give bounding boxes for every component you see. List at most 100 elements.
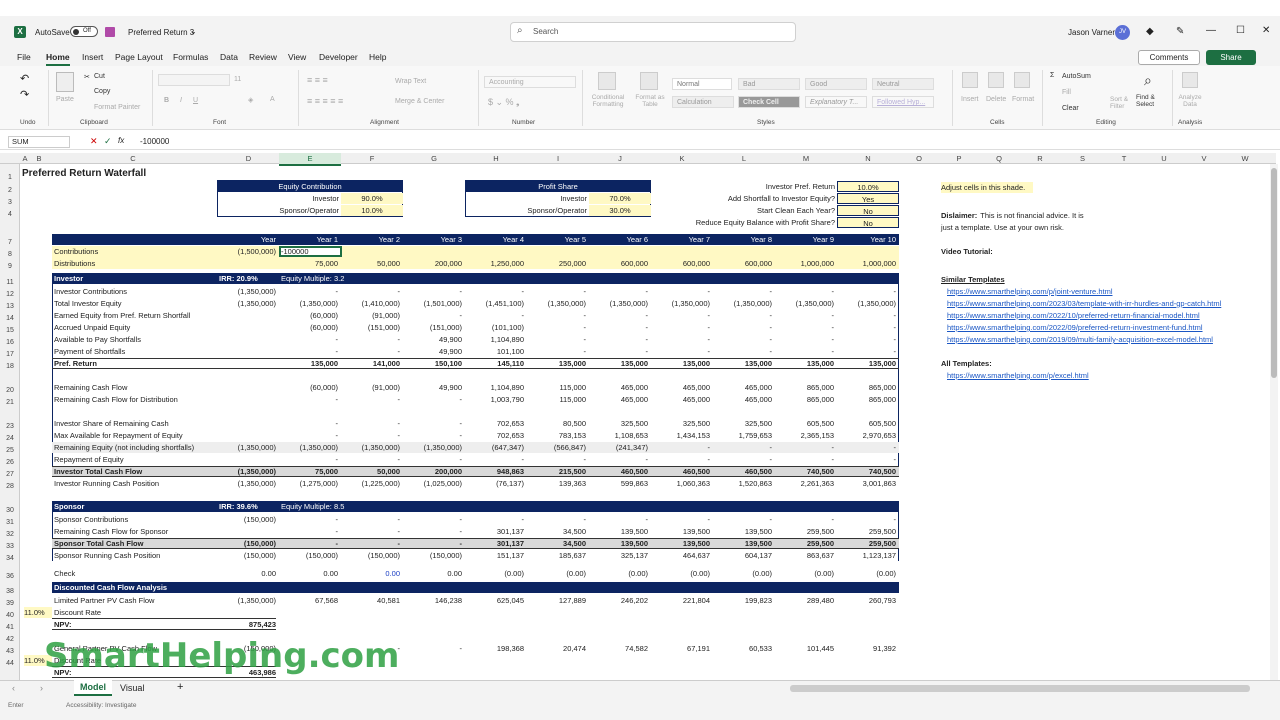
column-header-m[interactable]: M [775, 153, 837, 164]
investor-cell[interactable]: 865,000 [837, 394, 896, 405]
distribution-cell[interactable]: 600,000 [713, 258, 772, 269]
sponsor-cell[interactable]: (0.00) [837, 568, 896, 579]
font-name-select[interactable] [158, 74, 230, 86]
investor-cell[interactable]: 1,003,790 [465, 394, 524, 405]
contribution-cell[interactable] [527, 246, 586, 257]
investor-cell[interactable]: - [465, 454, 525, 465]
input-value[interactable]: Yes [837, 193, 899, 204]
sponsor-cell[interactable]: - [341, 514, 401, 525]
distribution-cell[interactable]: 1,000,000 [837, 258, 896, 269]
investor-cell[interactable]: 2,261,363 [775, 478, 834, 489]
investor-cell[interactable]: 465,000 [713, 382, 772, 393]
investor-cell[interactable]: (647,347) [465, 442, 524, 453]
sponsor-cell[interactable]: - [527, 514, 587, 525]
sponsor-cell[interactable]: 185,637 [527, 550, 586, 561]
investor-cell[interactable]: 150,100 [403, 358, 462, 369]
cut-icon[interactable]: ✂ [84, 73, 90, 81]
column-header-b[interactable]: B [30, 153, 48, 164]
avatar[interactable]: JV [1115, 25, 1130, 40]
investor-cell[interactable]: - [527, 454, 587, 465]
delete-cells-button[interactable]: Delete [986, 96, 1006, 103]
investor-cell[interactable]: - [775, 454, 835, 465]
sponsor-cell[interactable]: (150,000) [403, 550, 462, 561]
investor-cell[interactable]: 865,000 [837, 382, 896, 393]
investor-cell[interactable]: - [279, 346, 339, 357]
menu-insert[interactable]: Insert [82, 52, 103, 62]
lp-pv-cell[interactable]: 199,823 [713, 595, 772, 606]
sponsor-cell[interactable]: - [279, 514, 339, 525]
tab-visual[interactable]: Visual [120, 683, 144, 693]
investor-cell[interactable]: 460,500 [651, 466, 710, 477]
investor-cell[interactable]: (1,350,000) [589, 298, 648, 309]
investor-cell[interactable]: - [341, 334, 401, 345]
column-header-p[interactable]: P [939, 153, 979, 164]
investor-cell[interactable]: 465,000 [589, 394, 648, 405]
investor-cell[interactable]: (1,501,000) [403, 298, 462, 309]
investor-cell[interactable]: (1,350,000) [279, 442, 338, 453]
row-header-34[interactable]: 34 [0, 555, 20, 562]
style-good[interactable]: Good [805, 78, 867, 90]
investor-cell[interactable]: 865,000 [775, 394, 834, 405]
row-header-2[interactable]: 2 [0, 187, 20, 194]
investor-cell[interactable]: (1,451,100) [465, 298, 524, 309]
investor-cell[interactable]: - [279, 334, 339, 345]
comments-button[interactable]: Comments [1138, 50, 1200, 65]
investor-cell[interactable]: - [403, 310, 463, 321]
template-link[interactable]: https://www.smarthelping.com/2022/09/pre… [947, 322, 1267, 333]
investor-cell[interactable]: - [589, 310, 649, 321]
investor-cell[interactable]: - [589, 346, 649, 357]
investor-cell[interactable]: - [527, 322, 587, 333]
scrollbar-thumb[interactable] [1271, 168, 1277, 378]
investor-cell[interactable]: 50,000 [341, 466, 400, 477]
investor-cell[interactable]: 702,653 [465, 418, 524, 429]
lp-pv-cell[interactable]: 146,238 [403, 595, 462, 606]
distribution-cell[interactable]: 1,000,000 [775, 258, 834, 269]
investor-cell[interactable]: (1,350,000) [218, 286, 276, 297]
sponsor-cell[interactable]: (150,000) [341, 550, 400, 561]
row-header-36[interactable]: 36 [0, 573, 20, 580]
menu-formulas[interactable]: Formulas [173, 52, 208, 62]
style-check-cell[interactable]: Check Cell [738, 96, 800, 108]
format-cells-icon[interactable] [1014, 72, 1030, 88]
investor-cell[interactable]: 80,500 [527, 418, 586, 429]
row-header-14[interactable]: 14 [0, 315, 20, 322]
investor-cell[interactable]: 3,001,863 [837, 478, 896, 489]
style-normal[interactable]: Normal [672, 78, 732, 90]
investor-cell[interactable]: - [651, 310, 711, 321]
row-header-25[interactable]: 25 [0, 447, 20, 454]
sponsor-cell[interactable]: 0.00 [279, 568, 338, 579]
investor-cell[interactable]: 783,153 [527, 430, 586, 441]
sponsor-cell[interactable]: - [403, 514, 463, 525]
investor-cell[interactable]: (1,350,000) [218, 466, 276, 477]
row-header-12[interactable]: 12 [0, 291, 20, 298]
investor-cell[interactable]: - [651, 442, 711, 453]
investor-cell[interactable]: (151,000) [341, 322, 400, 333]
merge-center-button[interactable]: Merge & Center [395, 98, 444, 105]
lp-pv-cell[interactable]: (1,350,000) [218, 595, 276, 606]
lp-pv-cell[interactable]: 289,480 [775, 595, 834, 606]
gp-pv-cell[interactable]: 91,392 [837, 643, 896, 654]
add-sheet-icon[interactable]: + [177, 681, 183, 693]
lp-pv-cell[interactable]: 221,804 [651, 595, 710, 606]
investor-cell[interactable]: (1,350,000) [837, 298, 896, 309]
style-explanatory[interactable]: Explanatory T... [805, 96, 867, 108]
investor-cell[interactable]: - [837, 334, 897, 345]
row-header-16[interactable]: 16 [0, 339, 20, 346]
sponsor-cell[interactable]: 139,500 [589, 526, 648, 537]
investor-cell[interactable]: (1,025,000) [403, 478, 462, 489]
sponsor-cell[interactable]: 259,500 [837, 538, 896, 549]
row-header-27[interactable]: 27 [0, 471, 20, 478]
investor-cell[interactable]: 135,000 [775, 358, 834, 369]
style-followed-hyperlink[interactable]: Followed Hyp... [872, 96, 934, 108]
input-value[interactable]: No [837, 205, 899, 216]
distribution-cell[interactable]: 75,000 [279, 258, 338, 269]
pen-icon[interactable]: ✎ [1176, 26, 1184, 37]
sponsor-cell[interactable]: 139,500 [713, 526, 772, 537]
row-header-3[interactable]: 3 [0, 199, 20, 206]
sponsor-cell[interactable]: 34,500 [527, 526, 586, 537]
sponsor-cell[interactable]: 0.00 [403, 568, 462, 579]
column-header-a[interactable]: A [20, 153, 30, 164]
lp-pv-cell[interactable]: 40,581 [341, 595, 400, 606]
style-calculation[interactable]: Calculation [672, 96, 734, 108]
underline-icon[interactable]: U [193, 97, 198, 104]
